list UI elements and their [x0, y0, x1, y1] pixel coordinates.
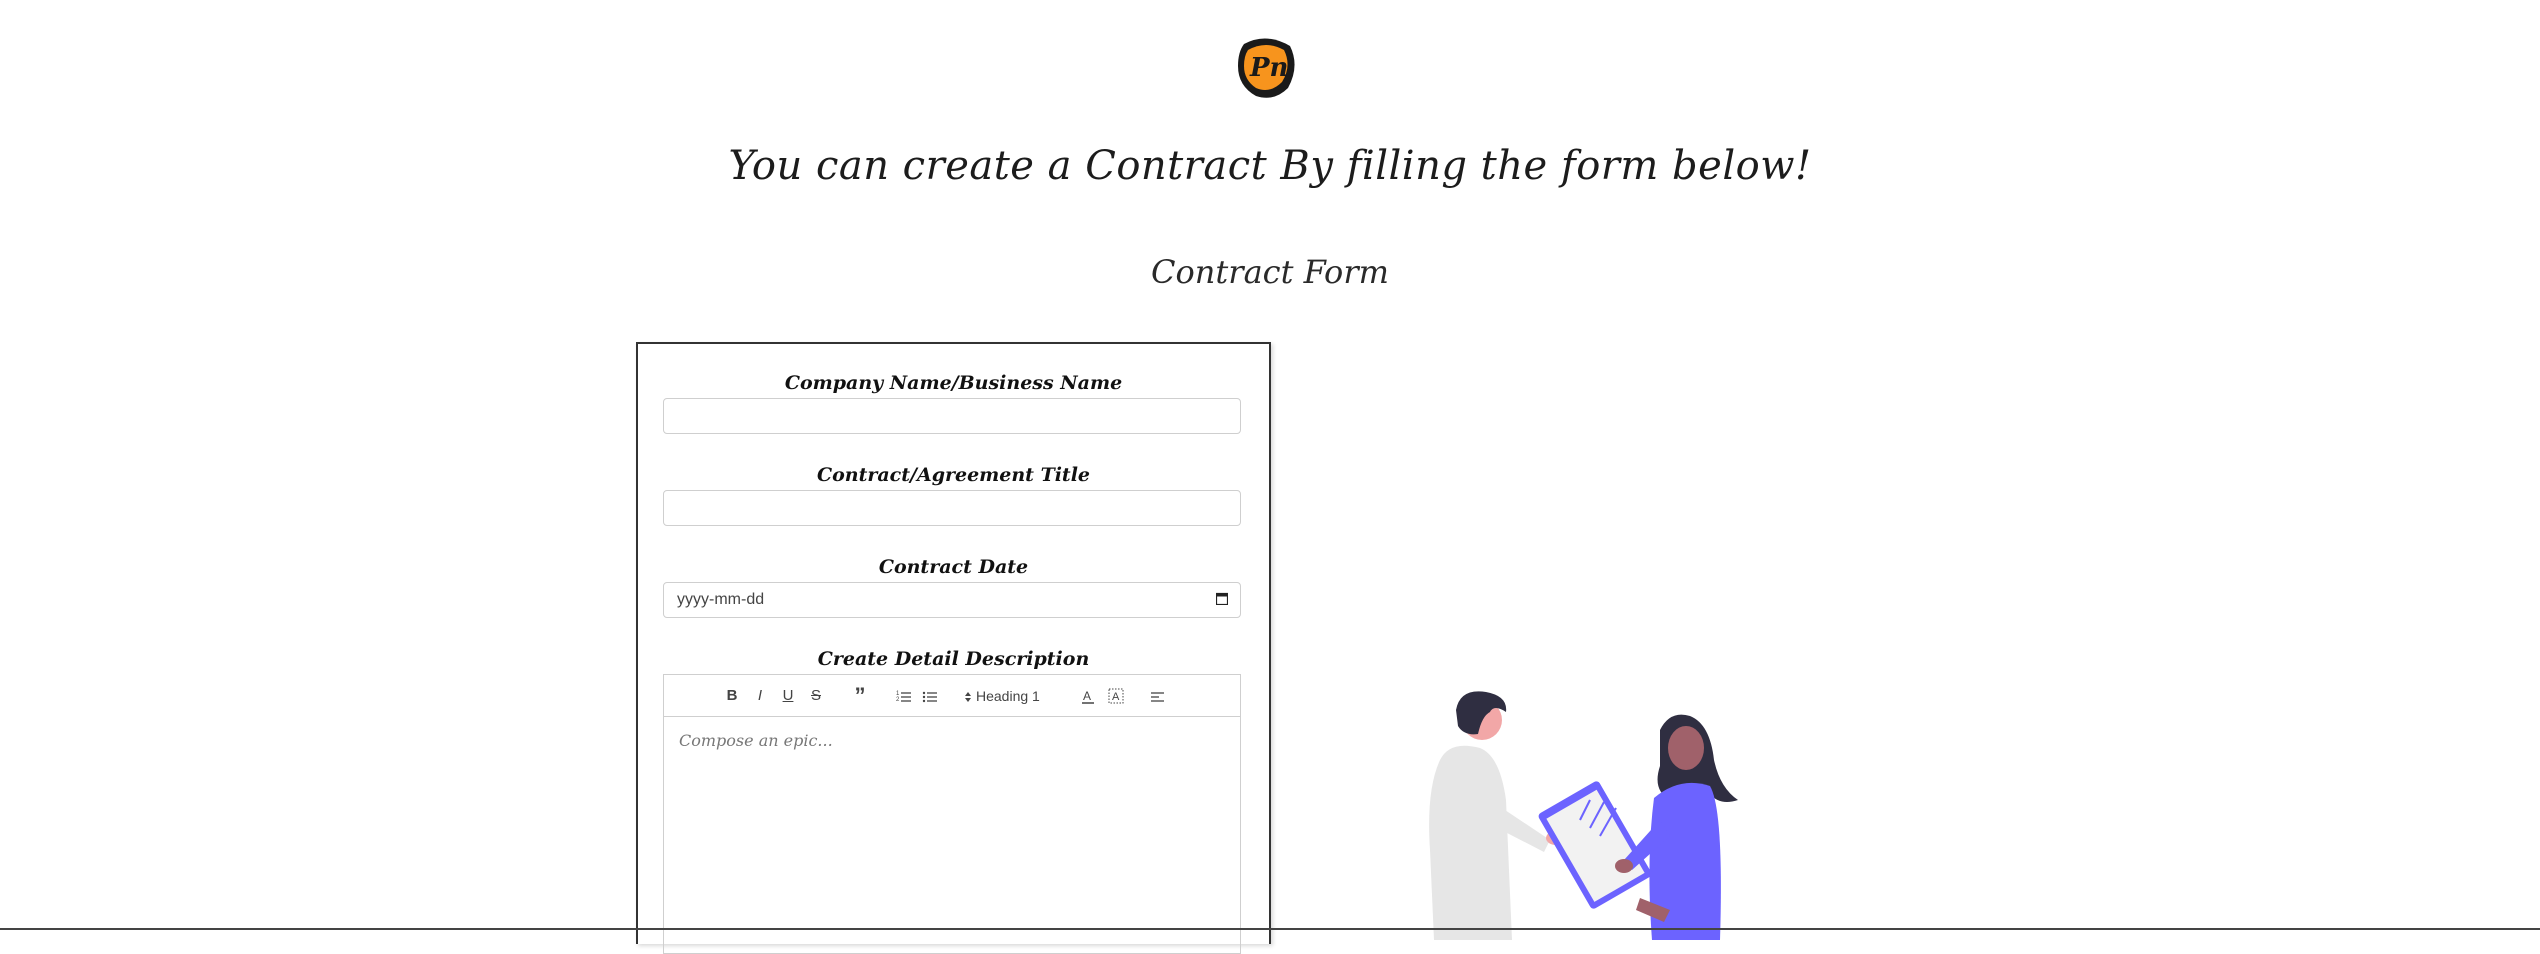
page-title: You can create a Contract By filling the…	[728, 143, 1812, 189]
contract-title-label: Contract/Agreement Title	[816, 464, 1091, 486]
calendar-icon[interactable]	[1216, 592, 1228, 605]
svg-text:2: 2	[896, 697, 900, 703]
contract-form: Company Name/Business Name Contract/Agre…	[636, 342, 1271, 954]
italic-button[interactable]: I	[752, 685, 768, 707]
contract-date-label: Contract Date	[878, 556, 1029, 578]
editor-placeholder: Compose an epic...	[679, 731, 833, 750]
date-placeholder: yyyy-mm-dd	[677, 591, 765, 608]
select-arrows-icon	[965, 692, 971, 703]
contract-date-input[interactable]: yyyy-mm-dd	[663, 582, 1241, 618]
woman-figure	[1615, 714, 1738, 940]
background-color-icon[interactable]: A	[1108, 685, 1124, 707]
clipboard	[1538, 781, 1652, 909]
description-label: Create Detail Description	[817, 648, 1090, 670]
underline-button[interactable]: U	[780, 685, 796, 707]
company-name-label: Company Name/Business Name	[784, 372, 1123, 394]
company-name-input[interactable]	[663, 398, 1241, 434]
bold-button[interactable]: B	[724, 685, 740, 707]
form-heading: Contract Form	[1151, 253, 1389, 291]
svg-text:A: A	[1083, 689, 1091, 703]
bullet-list-icon[interactable]	[922, 685, 938, 707]
contract-title-input[interactable]	[663, 490, 1241, 526]
ordered-list-icon[interactable]: 1 2	[896, 685, 912, 707]
blockquote-button[interactable]: ”	[852, 685, 868, 707]
font-color-icon[interactable]: A	[1080, 685, 1096, 707]
brand-logo: Pn	[1238, 38, 1295, 98]
editor-toolbar: B I U S ” 1 2 Heading 1 A A	[664, 675, 1240, 717]
align-left-icon[interactable]	[1150, 685, 1166, 707]
svg-text:A: A	[1112, 691, 1120, 703]
heading-select-value: Heading 1	[976, 688, 1040, 704]
contract-illustration	[1429, 691, 1738, 940]
strikethrough-button[interactable]: S	[808, 685, 824, 707]
rich-text-editor: B I U S ” 1 2 Heading 1 A A Compose an e…	[663, 674, 1241, 954]
logo-text: Pn	[1249, 53, 1288, 83]
heading-select[interactable]: Heading 1	[964, 685, 1040, 707]
